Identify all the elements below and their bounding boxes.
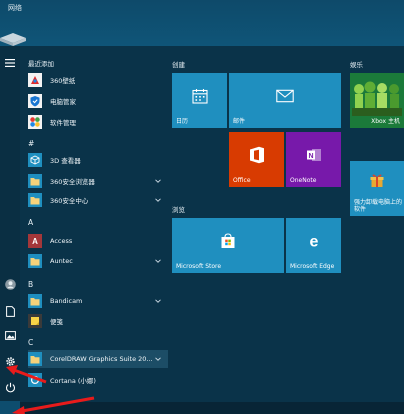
folder-icon bbox=[28, 294, 42, 308]
tile-label: OneNote bbox=[290, 177, 317, 184]
wallpaper-360-icon bbox=[28, 73, 42, 87]
app-label: 360安全中心 bbox=[50, 197, 89, 205]
svg-text:A: A bbox=[32, 237, 38, 246]
app-auntec-folder[interactable]: Auntec bbox=[28, 252, 168, 270]
arrow-to-start bbox=[21, 396, 95, 413]
tile-label: Microsoft Edge bbox=[290, 263, 335, 270]
chevron-down-icon[interactable] bbox=[154, 355, 162, 363]
tile-office[interactable]: Office bbox=[229, 132, 284, 187]
app-360-wallpaper[interactable]: 360壁纸 bbox=[28, 71, 168, 89]
app-3d-viewer[interactable]: 3D 查看器 bbox=[28, 151, 168, 169]
user-avatar-icon bbox=[4, 278, 16, 290]
group-heading-browse[interactable]: 浏览 bbox=[172, 204, 185, 214]
app-label: Bandicam bbox=[50, 297, 83, 305]
cube-3d-icon bbox=[28, 153, 42, 167]
app-label: Access bbox=[50, 237, 73, 245]
tile-microsoft-store[interactable]: Microsoft Store bbox=[172, 218, 284, 273]
tile-label: 日历 bbox=[176, 118, 189, 125]
app-360-center-folder[interactable]: 360安全中心 bbox=[28, 191, 168, 209]
app-label: 3D 查看器 bbox=[50, 157, 81, 165]
tile-label: 强力卸载电脑上的软件 bbox=[354, 199, 403, 213]
app-pc-manager[interactable]: 电脑管家 bbox=[28, 92, 168, 110]
shield-icon bbox=[28, 94, 42, 108]
app-360-browser-folder[interactable]: 360安全浏览器 bbox=[28, 172, 168, 190]
section-letter-b[interactable]: B bbox=[28, 280, 33, 289]
app-label: 便笺 bbox=[50, 318, 63, 326]
software-manager-icon bbox=[28, 115, 42, 129]
calendar-icon bbox=[191, 89, 208, 104]
store-bag-icon bbox=[221, 233, 235, 249]
network-desktop-icon[interactable] bbox=[0, 33, 26, 46]
folder-icon bbox=[28, 193, 42, 207]
user-account-button[interactable] bbox=[1, 275, 19, 293]
tile-recommended-app[interactable]: 强力卸载电脑上的软件 bbox=[350, 161, 404, 216]
folder-icon bbox=[28, 254, 42, 268]
app-label: Auntec bbox=[50, 257, 73, 265]
section-letter-hash[interactable]: # bbox=[28, 139, 34, 148]
documents-button[interactable] bbox=[1, 302, 19, 320]
app-label: 360安全浏览器 bbox=[50, 178, 95, 186]
arrow-head-start bbox=[12, 406, 25, 414]
app-label: 电脑管家 bbox=[50, 98, 76, 106]
access-icon: A bbox=[28, 234, 42, 248]
app-sticky-notes[interactable]: 便笺 bbox=[28, 312, 168, 330]
svg-text:e: e bbox=[309, 234, 318, 250]
section-letter-a[interactable]: A bbox=[28, 218, 33, 227]
app-software-manager[interactable]: 软件管理 bbox=[28, 113, 168, 131]
desktop-area: 网络 bbox=[0, 0, 404, 46]
app-bandicam-folder[interactable]: Bandicam bbox=[28, 292, 168, 310]
mail-icon bbox=[276, 89, 294, 103]
gift-box-icon bbox=[370, 174, 384, 188]
annotation-arrows bbox=[6, 365, 95, 414]
svg-text:N: N bbox=[308, 153, 313, 160]
picture-icon bbox=[4, 330, 16, 340]
tile-microsoft-edge[interactable]: e Microsoft Edge bbox=[286, 218, 341, 273]
group-heading-entertainment[interactable]: 娱乐 bbox=[350, 59, 363, 69]
tile-onenote[interactable]: N OneNote bbox=[286, 132, 341, 187]
chevron-down-icon[interactable] bbox=[154, 177, 162, 185]
sticky-notes-icon bbox=[28, 314, 42, 328]
arrow-to-settings bbox=[13, 368, 47, 384]
chevron-down-icon[interactable] bbox=[154, 257, 162, 265]
tile-label: Xbox 主机 bbox=[371, 118, 400, 125]
tile-calendar[interactable]: 日历 bbox=[172, 73, 227, 128]
office-icon bbox=[249, 146, 264, 164]
tiles-area: 创建 娱乐 浏览 日历 邮件 Office N OneNote Microsof… bbox=[166, 46, 404, 402]
document-icon bbox=[5, 305, 15, 317]
app-label: 软件管理 bbox=[50, 119, 76, 127]
desktop-network-label: 网络 bbox=[8, 4, 22, 12]
tile-label: Office bbox=[233, 177, 251, 184]
edge-icon: e bbox=[309, 234, 318, 250]
app-label: 360壁纸 bbox=[50, 77, 76, 85]
hamburger-icon bbox=[5, 59, 15, 67]
tile-label: Microsoft Store bbox=[176, 263, 222, 270]
onenote-icon: N bbox=[306, 149, 321, 162]
tile-xbox[interactable]: Xbox 主机 bbox=[350, 73, 404, 128]
recently-added-heading: 最近添加 bbox=[28, 60, 54, 68]
chevron-down-icon[interactable] bbox=[154, 196, 162, 204]
app-access[interactable]: A Access bbox=[28, 232, 168, 250]
folder-icon bbox=[28, 174, 42, 188]
hamburger-menu-button[interactable] bbox=[1, 54, 19, 72]
group-heading-create[interactable]: 创建 bbox=[172, 59, 185, 69]
chevron-down-icon[interactable] bbox=[154, 297, 162, 305]
tile-label: 邮件 bbox=[233, 118, 246, 125]
tile-mail[interactable]: 邮件 bbox=[229, 73, 341, 128]
